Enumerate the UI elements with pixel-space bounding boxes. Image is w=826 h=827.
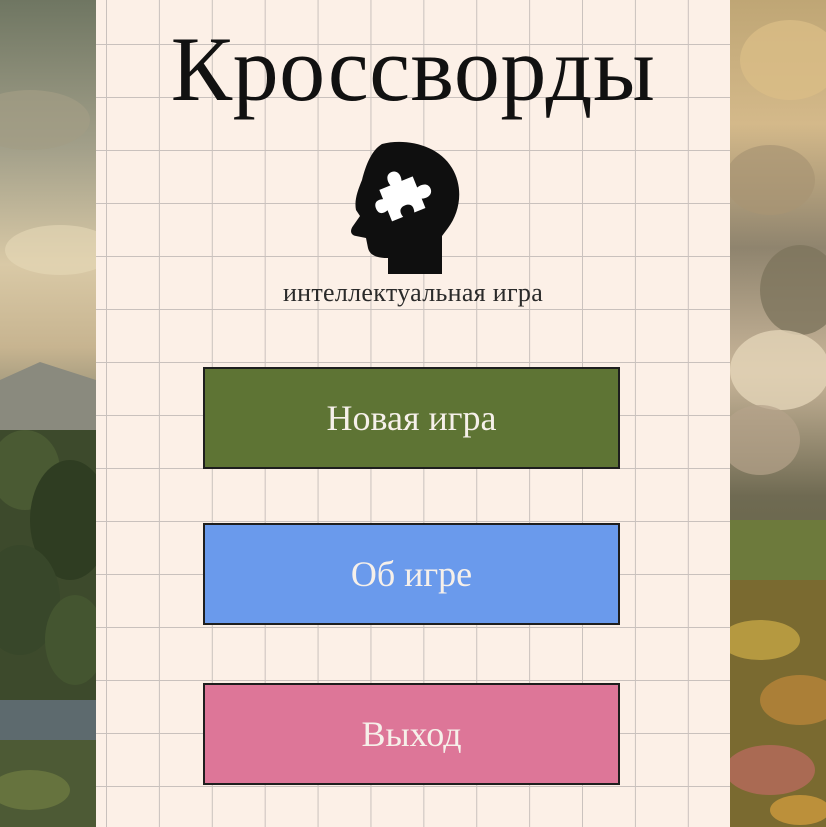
background-painting-left	[0, 0, 96, 827]
game-subtitle: интеллектуальная игра	[282, 278, 544, 307]
new-game-label: Новая игра	[326, 398, 497, 438]
exit-label: Выход	[361, 714, 462, 754]
background-painting-right	[730, 0, 826, 827]
main-menu-screen: Кроссворды интеллектуальная игра Новая и…	[0, 0, 826, 827]
about-button[interactable]: Об игре	[203, 523, 620, 625]
game-title: Кроссворды	[170, 18, 656, 120]
about-label: Об игре	[350, 554, 473, 594]
exit-button[interactable]: Выход	[203, 683, 620, 785]
new-game-button[interactable]: Новая игра	[203, 367, 620, 469]
head-puzzle-icon	[342, 140, 466, 276]
